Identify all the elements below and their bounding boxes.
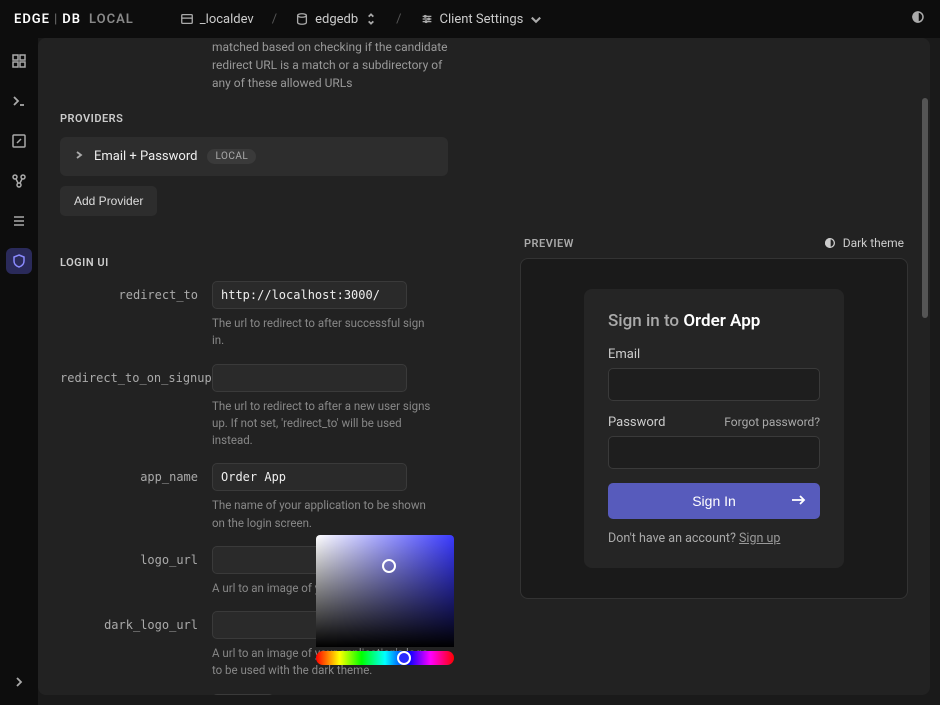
password-label: Password <box>608 415 665 430</box>
dark-logo-url-label: dark_logo_url <box>60 611 212 632</box>
password-input[interactable] <box>608 436 820 469</box>
allowed-urls-help: matched based on checking if the candida… <box>60 38 460 92</box>
sidebar-editor[interactable] <box>6 128 32 154</box>
redirect-signup-label: redirect_to_on_signup <box>60 364 212 385</box>
logo-db: DB <box>62 12 81 27</box>
providers-title: PROVIDERS <box>60 112 908 125</box>
signin-button[interactable]: Sign In <box>608 483 820 519</box>
hue-cursor[interactable] <box>397 651 411 665</box>
add-provider-button[interactable]: Add Provider <box>60 186 157 216</box>
scrollbar[interactable] <box>920 38 928 695</box>
crumb-separator: / <box>272 12 277 27</box>
chevron-right-icon <box>74 149 84 164</box>
chevron-updown-icon <box>364 12 378 26</box>
logo-edge: EDGE <box>14 12 50 27</box>
client-settings-label: Client Settings <box>440 12 524 27</box>
app-name-label: app_name <box>60 463 212 484</box>
login-card: Sign in to Order App Email Password Forg… <box>584 289 844 568</box>
sidebar-data[interactable] <box>6 208 32 234</box>
redirect-to-help: The url to redirect to after successful … <box>212 315 432 350</box>
color-picker <box>316 535 454 665</box>
client-settings-button[interactable]: Client Settings <box>420 12 544 27</box>
redirect-to-label: redirect_to <box>60 281 212 302</box>
redirect-signup-help: The url to redirect to after a new user … <box>212 398 432 450</box>
provider-name: Email + Password <box>94 149 197 164</box>
breadcrumb-database[interactable]: edgedb <box>295 12 378 27</box>
signup-prompt: Don't have an account? <box>608 531 739 546</box>
signin-prefix: Sign in to <box>608 311 683 331</box>
dark-theme-toggle[interactable]: Dark theme <box>823 236 904 250</box>
app-name-input[interactable] <box>212 463 407 491</box>
logo-url-label: logo_url <box>60 546 212 567</box>
instance-icon <box>180 12 194 26</box>
sidebar <box>0 38 38 705</box>
dark-theme-label: Dark theme <box>843 236 904 250</box>
settings-icon <box>420 12 434 26</box>
redirect-signup-input[interactable] <box>212 364 407 392</box>
sidebar-dashboard[interactable] <box>6 48 32 74</box>
signin-button-label: Sign In <box>692 493 736 509</box>
database-icon <box>295 12 309 26</box>
half-circle-icon <box>823 236 837 250</box>
login-ui-title: LOGIN UI <box>60 256 490 269</box>
logo-separator: | <box>54 12 58 27</box>
sidebar-schema[interactable] <box>6 168 32 194</box>
arrow-right-icon <box>790 493 808 510</box>
chevron-down-icon <box>529 12 543 26</box>
app-name-help: The name of your application to be shown… <box>212 497 432 532</box>
logo-local: LOCAL <box>89 12 134 27</box>
signin-appname: Order App <box>683 311 760 331</box>
forgot-password-link[interactable]: Forgot password? <box>724 415 820 429</box>
scrollbar-thumb[interactable] <box>922 98 928 318</box>
hue-slider[interactable] <box>316 651 454 665</box>
login-card-title: Sign in to Order App <box>608 311 820 331</box>
sidebar-repl[interactable] <box>6 88 32 114</box>
email-label: Email <box>608 347 820 362</box>
signup-link[interactable]: Sign up <box>739 531 780 546</box>
provider-item[interactable]: Email + Password LOCAL <box>60 137 448 176</box>
theme-toggle-icon[interactable] <box>910 9 926 29</box>
logo: EDGE | DB LOCAL <box>14 12 134 27</box>
sidebar-auth[interactable] <box>6 248 32 274</box>
topbar: EDGE | DB LOCAL _localdev / edgedb / Cli… <box>0 0 940 38</box>
content: matched based on checking if the candida… <box>38 38 930 695</box>
redirect-to-input[interactable] <box>212 281 407 309</box>
brand-color-label: brand_color <box>60 694 212 696</box>
preview-box: Sign in to Order App Email Password Forg… <box>520 258 908 599</box>
signup-row: Don't have an account? Sign up <box>608 531 820 546</box>
preview-title: PREVIEW <box>524 237 574 250</box>
breadcrumb-instance[interactable]: _localdev <box>180 12 254 27</box>
brand-color-input[interactable] <box>212 694 274 696</box>
sv-cursor[interactable] <box>382 559 396 573</box>
database-name: edgedb <box>315 12 358 27</box>
provider-badge: LOCAL <box>207 149 256 164</box>
crumb-separator-2: / <box>396 12 401 27</box>
instance-name: _localdev <box>200 12 254 27</box>
sidebar-expand[interactable] <box>6 669 32 695</box>
saturation-value-area[interactable] <box>316 535 454 647</box>
email-input[interactable] <box>608 368 820 401</box>
